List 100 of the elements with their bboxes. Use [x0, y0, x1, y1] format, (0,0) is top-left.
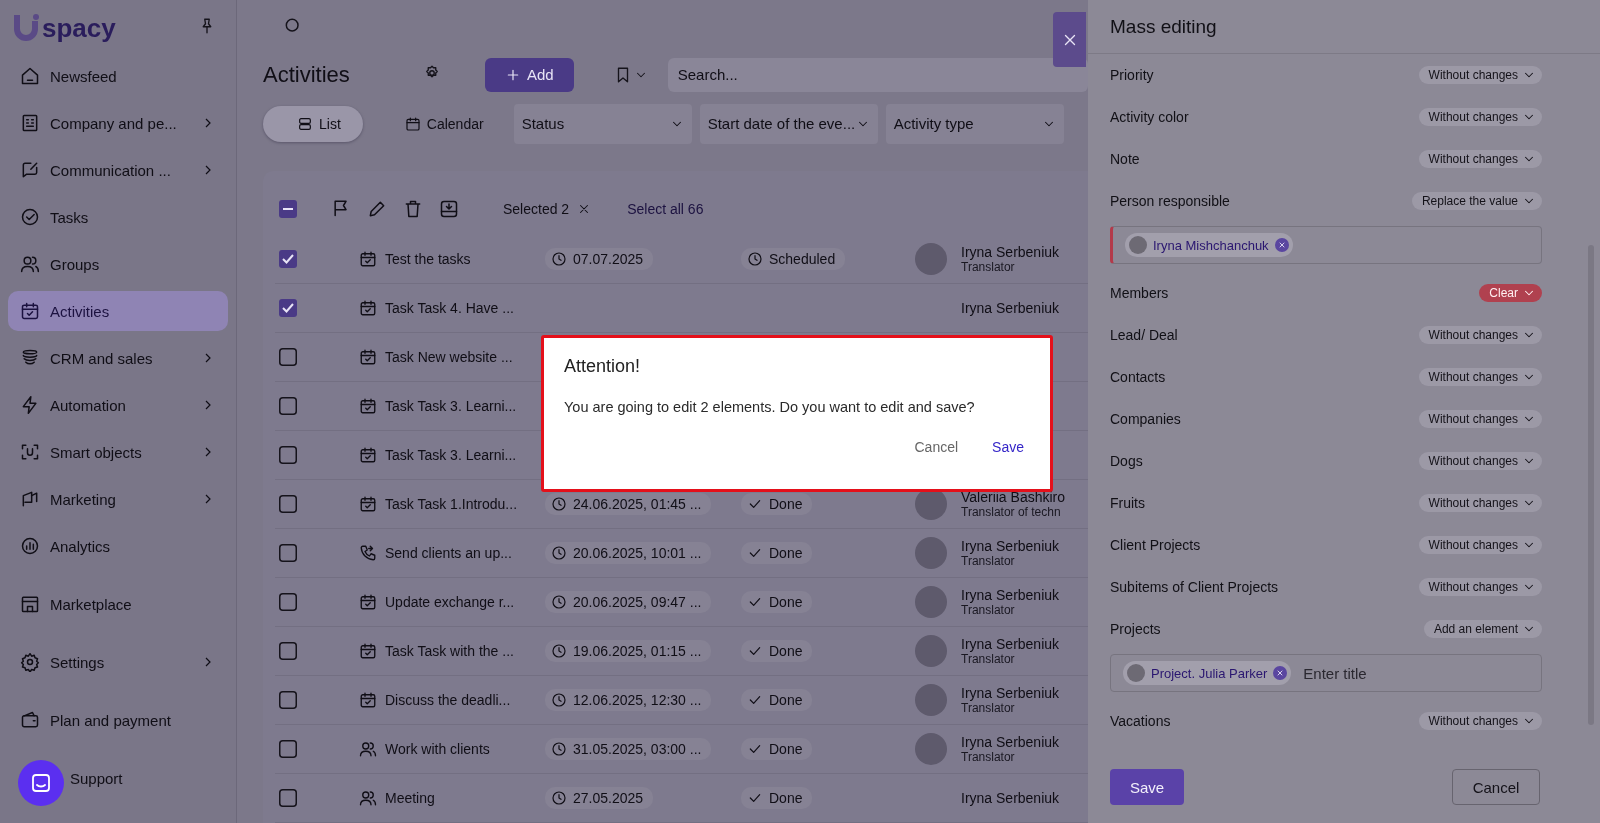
add-button[interactable]: Add — [485, 57, 574, 92]
nav-item[interactable]: Settings — [8, 642, 228, 682]
tag-chip[interactable]: Project. Julia Parker — [1123, 661, 1292, 685]
chat-icon — [29, 771, 53, 795]
view-tab[interactable]: Calendar — [370, 105, 506, 142]
activity-title[interactable]: Test the tasks — [385, 251, 545, 267]
activity-title[interactable]: Task Task 3. Learni... — [385, 398, 545, 414]
activity-title[interactable]: Task Task with the ... — [385, 643, 545, 659]
mode-dropdown[interactable]: Without changes — [1418, 536, 1542, 554]
nav-item[interactable]: Communication ... — [8, 150, 228, 190]
row-checkbox[interactable] — [279, 495, 297, 513]
nav-item[interactable]: Company and pe... — [8, 103, 228, 143]
mode-dropdown[interactable]: Without changes — [1418, 368, 1542, 386]
date-pill: 24.06.2025, 01:45 ... — [545, 493, 712, 515]
chip-field[interactable]: Project. Julia Parker Enter title — [1110, 654, 1542, 692]
date-pill: 31.05.2025, 03:00 ... — [545, 738, 712, 760]
close-button[interactable] — [1053, 12, 1086, 67]
field-label: Fruits — [1110, 495, 1145, 511]
mode-dropdown[interactable]: Replace the value — [1411, 192, 1542, 210]
page-title: Activities — [263, 61, 351, 88]
clock-icon — [551, 790, 567, 806]
chip-field[interactable]: Iryna Mishchanchuk — [1110, 226, 1542, 264]
save-button[interactable]: Save — [986, 435, 1030, 459]
nav-item[interactable]: Marketing — [8, 479, 228, 519]
select-all-link[interactable]: Select all 66 — [627, 201, 704, 217]
nav-item[interactable]: Smart objects — [8, 432, 228, 472]
row-checkbox[interactable] — [279, 789, 297, 807]
cancel-button[interactable]: Cancel — [908, 435, 965, 459]
nav-item[interactable]: CRM and sales — [8, 338, 228, 378]
search-field[interactable]: Search... — [667, 57, 1088, 92]
row-checkbox[interactable] — [279, 446, 297, 464]
activity-title[interactable]: Task Task 4. Have ... — [385, 300, 545, 316]
activity-title[interactable]: Discuss the deadli... — [385, 692, 545, 708]
nav-item[interactable]: Analytics — [8, 526, 228, 566]
row-checkbox[interactable] — [279, 691, 297, 709]
avatar — [915, 684, 947, 716]
activity-title[interactable]: Meeting — [385, 790, 545, 806]
row-checkbox[interactable] — [279, 397, 297, 415]
nav-item[interactable]: Groups — [8, 244, 228, 284]
mode-dropdown[interactable]: Add an element — [1423, 620, 1542, 638]
tag-chip[interactable]: Iryna Mishchanchuk — [1125, 233, 1293, 257]
activity-title[interactable]: Task Task 3. Learni... — [385, 447, 545, 463]
mode-dropdown[interactable]: Without changes — [1418, 712, 1542, 730]
row-checkbox[interactable] — [279, 250, 297, 268]
activity-title[interactable]: Task Task 1.Introdu... — [385, 496, 545, 512]
activity-title[interactable]: Work with clients — [385, 741, 545, 757]
avatar — [915, 586, 947, 618]
view-tab[interactable]: List — [263, 105, 363, 142]
activity-title[interactable]: Update exchange r... — [385, 594, 545, 610]
activity-title[interactable]: Task New website ... — [385, 349, 545, 365]
date-pill: 27.05.2025 — [545, 787, 654, 809]
person-role: Translator of techn — [961, 505, 1062, 519]
drawer-title: Mass editing — [1110, 15, 1217, 38]
nav-item[interactable]: Plan and payment — [8, 700, 228, 740]
mode-dropdown[interactable]: Without changes — [1418, 66, 1542, 84]
field-label: Contacts — [1110, 369, 1166, 385]
person-name: Iryna Serbeniuk — [961, 538, 1060, 554]
filter-dropdown[interactable]: Activity type — [885, 103, 1064, 144]
mode-dropdown[interactable]: Without changes — [1418, 108, 1542, 126]
nav-item[interactable]: Tasks — [8, 197, 228, 237]
mode-dropdown[interactable]: Without changes — [1418, 410, 1542, 428]
mode-dropdown[interactable]: Without changes — [1418, 150, 1542, 168]
calendar-icon — [20, 301, 40, 321]
mode-dropdown[interactable]: Without changes — [1418, 452, 1542, 470]
select-all-checkbox[interactable] — [279, 200, 297, 218]
title-input[interactable]: Enter title — [1301, 663, 1529, 683]
clock-icon — [747, 251, 763, 267]
row-checkbox[interactable] — [279, 348, 297, 366]
row-checkbox[interactable] — [279, 740, 297, 758]
clock-icon — [551, 496, 567, 512]
save-button[interactable]: Save — [1110, 769, 1184, 805]
filter-dropdown[interactable]: Start date of the eve... — [699, 103, 878, 144]
person-role: Translator — [961, 603, 1016, 617]
mode-dropdown[interactable]: Without changes — [1418, 494, 1542, 512]
nav-item[interactable]: Activities — [8, 291, 228, 331]
mode-dropdown[interactable]: Without changes — [1418, 578, 1542, 596]
logo: spacy — [14, 12, 116, 44]
row-checkbox[interactable] — [279, 299, 297, 317]
activity-title[interactable]: Send clients an up... — [385, 545, 545, 561]
date-pill: 07.07.2025 — [545, 248, 654, 270]
nav-item[interactable]: Automation — [8, 385, 228, 425]
nav-item[interactable]: Marketplace — [8, 584, 228, 624]
person-name: Iryna Serbeniuk — [961, 636, 1060, 652]
cancel-button[interactable]: Cancel — [1452, 769, 1540, 805]
mode-dropdown[interactable]: Without changes — [1418, 326, 1542, 344]
nav-item[interactable]: Support — [8, 758, 228, 798]
row-checkbox[interactable] — [279, 642, 297, 660]
mode-dropdown[interactable]: Clear — [1479, 284, 1542, 302]
row-checkbox[interactable] — [279, 593, 297, 611]
nav-item[interactable]: Newsfeed — [8, 56, 228, 96]
date-pill: 19.06.2025, 01:15 ... — [545, 640, 712, 662]
avatar — [915, 243, 947, 275]
avatar — [1127, 664, 1145, 682]
chat-icon — [20, 160, 40, 180]
filter-dropdown[interactable]: Status — [513, 103, 692, 144]
clock-icon — [551, 594, 567, 610]
field-label: Priority — [1110, 67, 1154, 83]
date-pill: 12.06.2025, 12:30 ... — [545, 689, 712, 711]
building-icon — [20, 113, 40, 133]
row-checkbox[interactable] — [279, 544, 297, 562]
